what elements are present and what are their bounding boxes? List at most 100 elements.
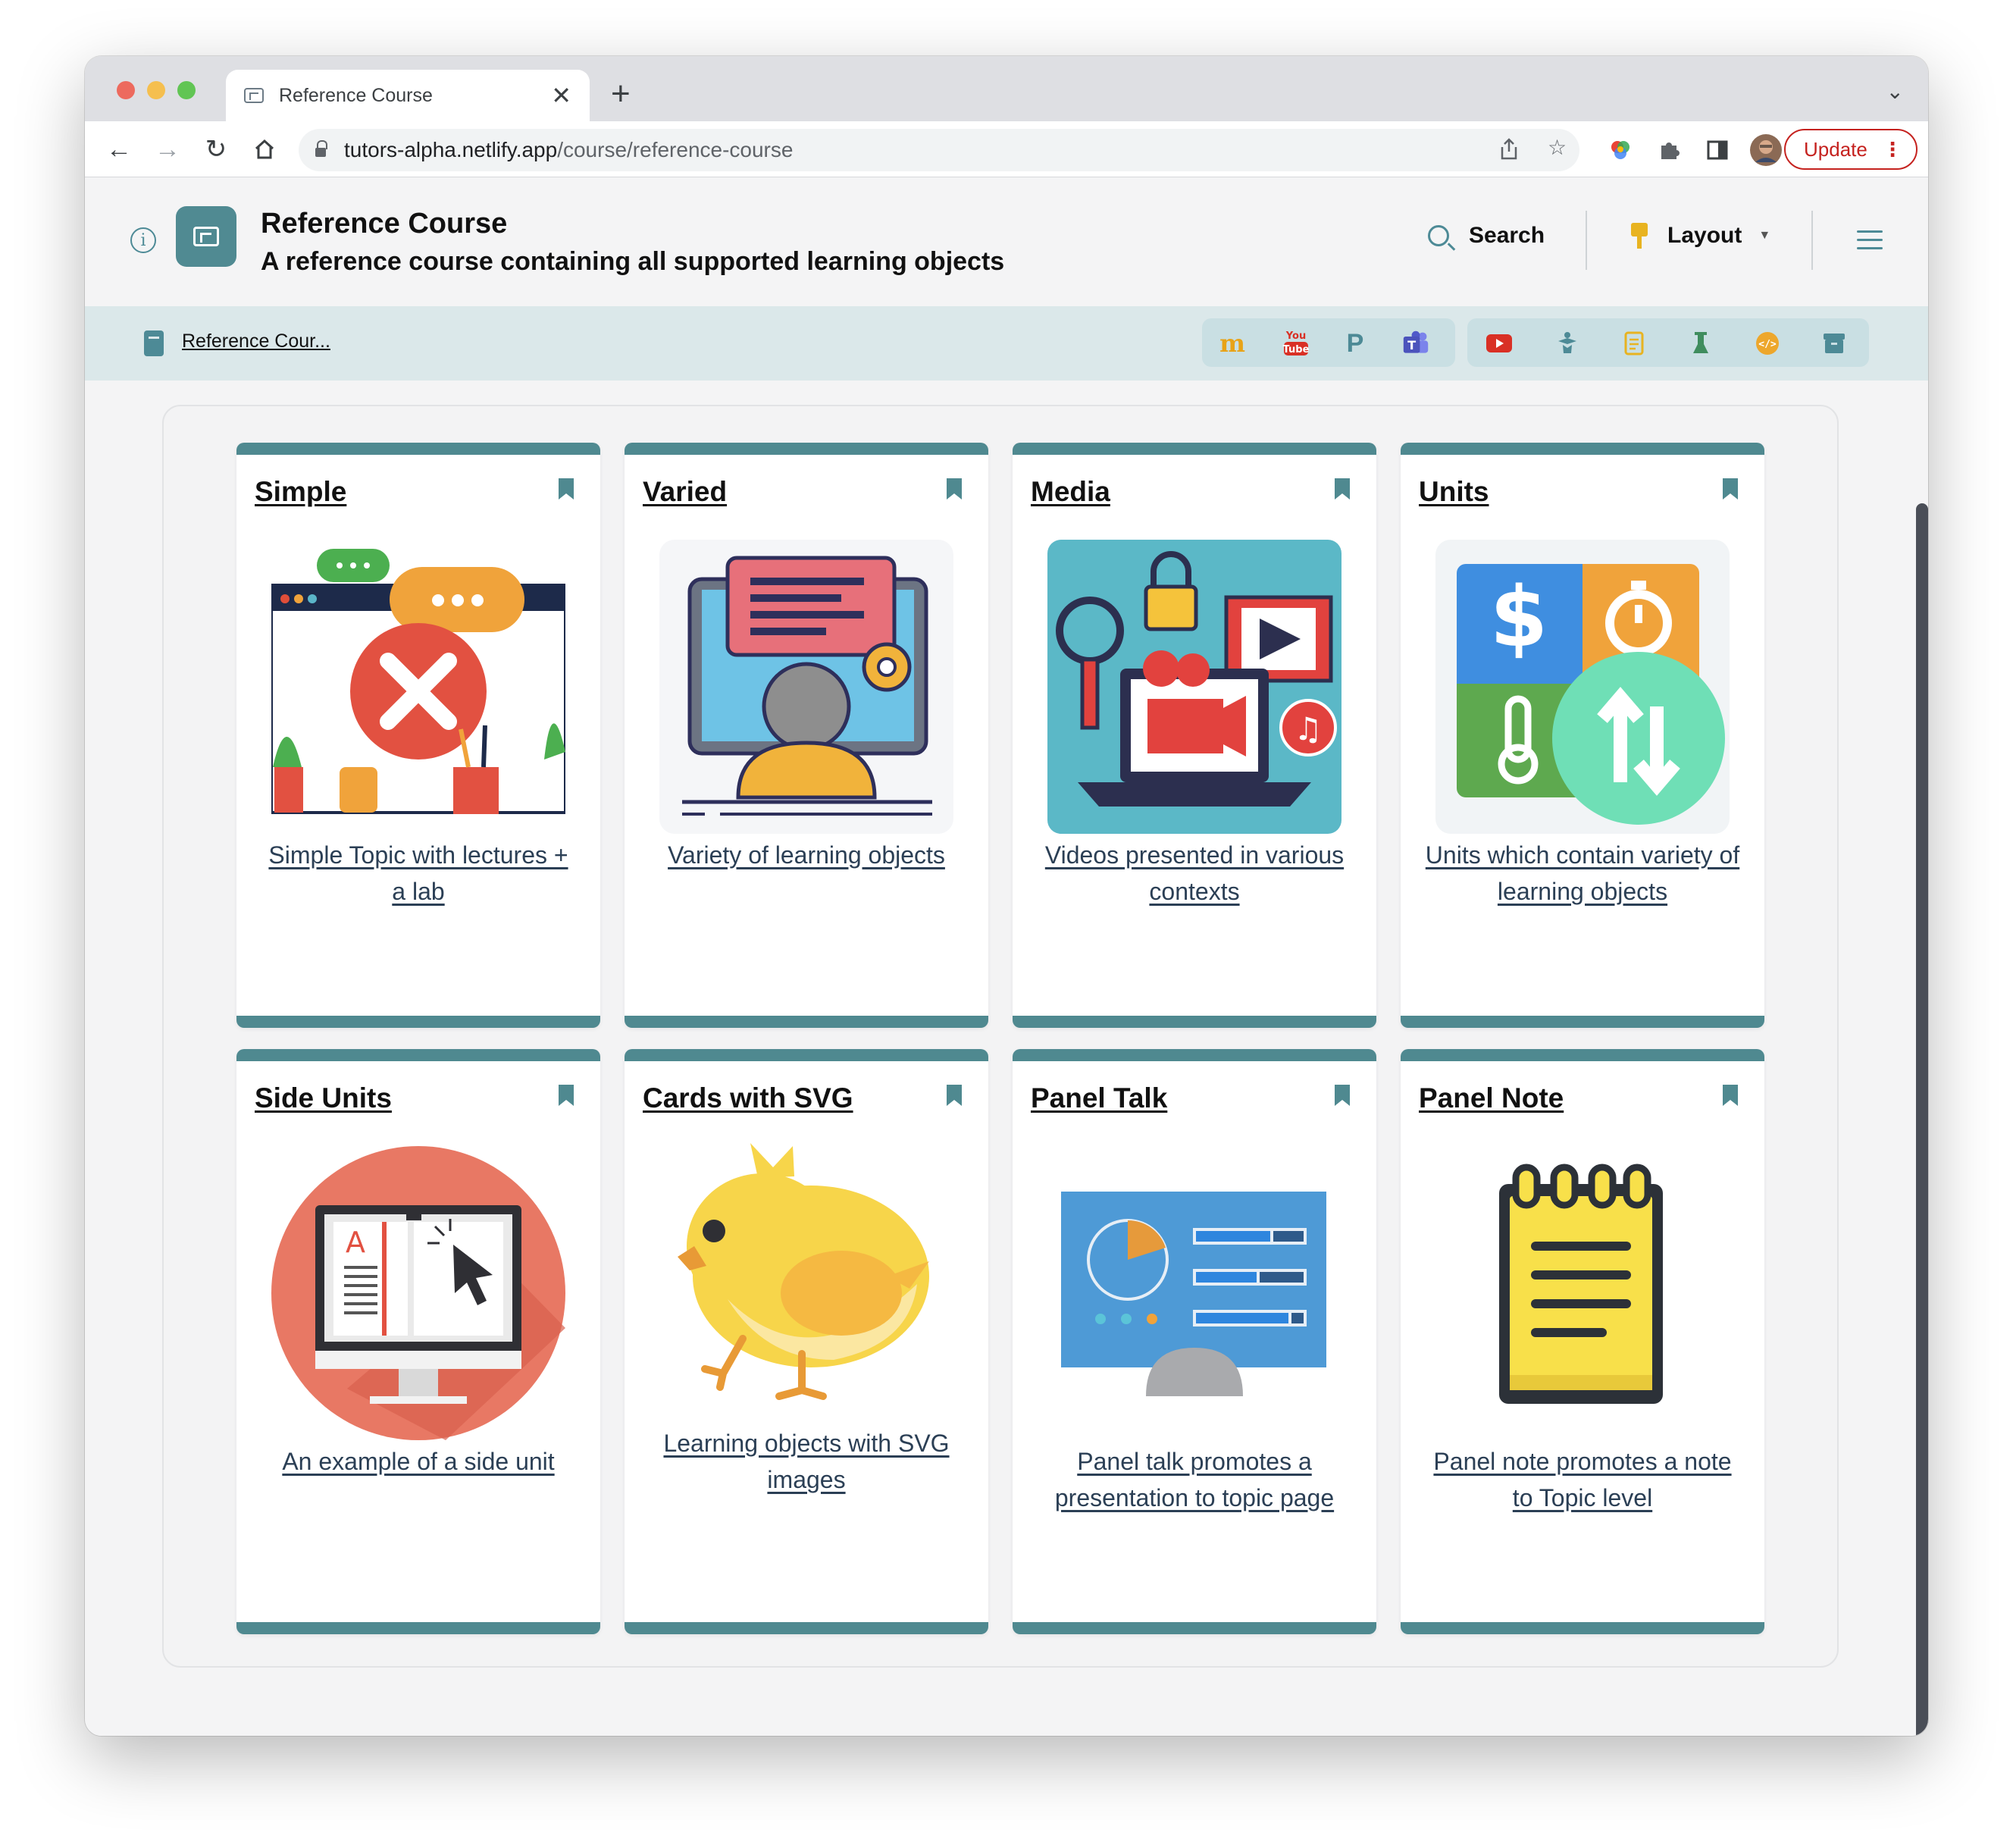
browser-window: Reference Course ✕ + ⌄ ← → ↻ tutors-alph… — [85, 56, 1928, 1736]
side-panel-icon[interactable] — [1705, 138, 1730, 162]
monitor-user-illustration — [659, 540, 953, 834]
extensions-puzzle-icon[interactable] — [1657, 138, 1681, 162]
more-menu-icon: ⋮ — [1883, 138, 1902, 161]
code-icon[interactable]: </> — [1754, 330, 1781, 356]
menu-icon[interactable] — [1857, 230, 1883, 255]
topic-card-media[interactable]: Media ♫ Videos presented in various cont… — [1013, 443, 1376, 1028]
topic-card-cards-with-svg[interactable]: Cards with SVG Learning objects with SVG… — [625, 1049, 988, 1634]
app-header: i Reference Course A reference course co… — [85, 177, 1928, 306]
card-summary[interactable]: Videos presented in various contexts — [1035, 837, 1354, 910]
topic-card-panel-note[interactable]: Panel Note Panel note promotes a note to… — [1401, 1049, 1764, 1634]
maximize-window-button[interactable] — [177, 81, 196, 99]
piazza-icon[interactable]: P — [1341, 329, 1369, 358]
yellow-bird-illustration — [678, 1143, 929, 1400]
color-extension-icon[interactable] — [1608, 138, 1633, 162]
card-summary[interactable]: Units which contain variety of learning … — [1423, 837, 1742, 910]
close-tab-icon[interactable]: ✕ — [551, 83, 571, 108]
bookmark-icon[interactable] — [558, 478, 574, 500]
bookmark-icon[interactable] — [946, 478, 963, 500]
learning-objects-icons-group: </> — [1467, 318, 1869, 367]
companion-icons-group: m You Tube P T — [1202, 318, 1455, 367]
topic-card-side-units[interactable]: Side Units A An example of a side unit — [236, 1049, 600, 1634]
url-path: /course/reference-course — [557, 138, 794, 161]
card-summary[interactable]: Panel talk promotes a presentation to to… — [1035, 1443, 1354, 1516]
card-title[interactable]: Media — [1031, 476, 1110, 508]
bookmark-icon[interactable] — [1334, 478, 1351, 500]
card-title[interactable]: Units — [1419, 476, 1489, 508]
topic-card-simple[interactable]: Simple Simple Topic with lectures + a la… — [236, 443, 600, 1028]
update-button[interactable]: Update ⋮ — [1784, 129, 1918, 170]
course-logo[interactable] — [176, 206, 236, 267]
page-content: i Reference Course A reference course co… — [85, 177, 1928, 1736]
close-window-button[interactable] — [117, 81, 135, 99]
archive-icon[interactable] — [1820, 330, 1848, 356]
card-summary[interactable]: An example of a side unit — [259, 1443, 578, 1480]
chat-error-illustration — [271, 549, 565, 814]
svg-text:$: $ — [1490, 568, 1548, 666]
browser-tab[interactable]: Reference Course ✕ — [226, 70, 590, 121]
video-icon[interactable] — [1485, 330, 1513, 356]
tab-strip: Reference Course ✕ + ⌄ — [85, 56, 1928, 121]
paint-brush-icon — [1631, 223, 1648, 249]
address-bar[interactable]: tutors-alpha.netlify.app/course/referenc… — [299, 129, 1579, 171]
minimize-window-button[interactable] — [147, 81, 165, 99]
teams-icon[interactable]: T — [1402, 330, 1429, 356]
search-label: Search — [1469, 223, 1545, 248]
new-tab-button[interactable]: + — [611, 77, 631, 111]
bookmark-icon[interactable] — [1722, 478, 1739, 500]
card-summary[interactable]: Panel note promotes a note to Topic leve… — [1423, 1443, 1742, 1516]
card-summary[interactable]: Learning objects with SVG images — [647, 1425, 966, 1498]
bookmark-icon[interactable] — [558, 1084, 574, 1107]
page-scrollbar[interactable] — [1916, 503, 1928, 1736]
card-title[interactable]: Panel Note — [1419, 1082, 1564, 1114]
bookmark-icon[interactable] — [1334, 1084, 1351, 1107]
media-laptop-illustration: ♫ — [1047, 540, 1341, 834]
labs-icon[interactable] — [1554, 330, 1581, 356]
ebook-monitor-illustration: A — [271, 1146, 565, 1440]
card-title[interactable]: Cards with SVG — [643, 1082, 853, 1114]
forward-arrow-icon[interactable]: → — [150, 132, 185, 167]
url-host: tutors-alpha.netlify.app — [344, 138, 558, 161]
flask-icon[interactable] — [1687, 330, 1714, 356]
card-summary[interactable]: Variety of learning objects — [647, 837, 966, 873]
svg-text:Tube: Tube — [1283, 344, 1310, 356]
share-icon[interactable] — [1499, 138, 1519, 166]
tab-title: Reference Course — [279, 84, 433, 106]
profile-avatar[interactable] — [1749, 133, 1783, 167]
units-conversion-illustration: $ — [1435, 540, 1730, 834]
search-button[interactable]: Search — [1428, 223, 1545, 249]
topic-card-varied[interactable]: Varied Variety of learning objects — [625, 443, 988, 1028]
notes-icon[interactable] — [1620, 330, 1648, 356]
card-title[interactable]: Panel Talk — [1031, 1082, 1167, 1114]
moodle-icon[interactable]: m — [1219, 329, 1246, 358]
tutors-favicon-icon — [244, 88, 264, 103]
info-icon[interactable]: i — [130, 227, 156, 253]
card-title[interactable]: Simple — [255, 476, 346, 508]
bookmark-icon[interactable] — [946, 1084, 963, 1107]
svg-text:T: T — [1407, 338, 1416, 352]
card-title[interactable]: Varied — [643, 476, 727, 508]
svg-text:♫: ♫ — [1294, 710, 1323, 747]
presentation-board-illustration — [1061, 1192, 1326, 1396]
breadcrumb-link[interactable]: Reference Cour... — [182, 330, 330, 352]
search-icon — [1428, 225, 1449, 246]
card-summary[interactable]: Simple Topic with lectures + a lab — [259, 837, 578, 910]
tab-search-chevron-icon[interactable]: ⌄ — [1886, 79, 1904, 104]
tutors-logo-icon — [193, 227, 219, 246]
header-divider — [1586, 211, 1587, 270]
back-arrow-icon[interactable]: ← — [102, 132, 136, 167]
home-icon[interactable] — [247, 132, 282, 167]
star-bookmark-icon[interactable]: ☆ — [1548, 135, 1567, 160]
youtube-icon[interactable]: You Tube — [1282, 327, 1310, 356]
topic-card-units[interactable]: Units $ Units which contain variety of l… — [1401, 443, 1764, 1028]
topics-panel: Simple Simple Topic with lectures + a la… — [162, 405, 1839, 1668]
course-subtitle: A reference course containing all suppor… — [261, 247, 1005, 276]
reload-icon[interactable]: ↻ — [199, 132, 233, 167]
topic-card-panel-talk[interactable]: Panel Talk Panel talk promotes a present… — [1013, 1049, 1376, 1634]
svg-text:A: A — [346, 1226, 365, 1259]
layout-button[interactable]: Layout ▼ — [1631, 223, 1770, 249]
card-title[interactable]: Side Units — [255, 1082, 392, 1114]
svg-text:You: You — [1285, 330, 1306, 342]
header-divider — [1811, 211, 1813, 270]
bookmark-icon[interactable] — [1722, 1084, 1739, 1107]
